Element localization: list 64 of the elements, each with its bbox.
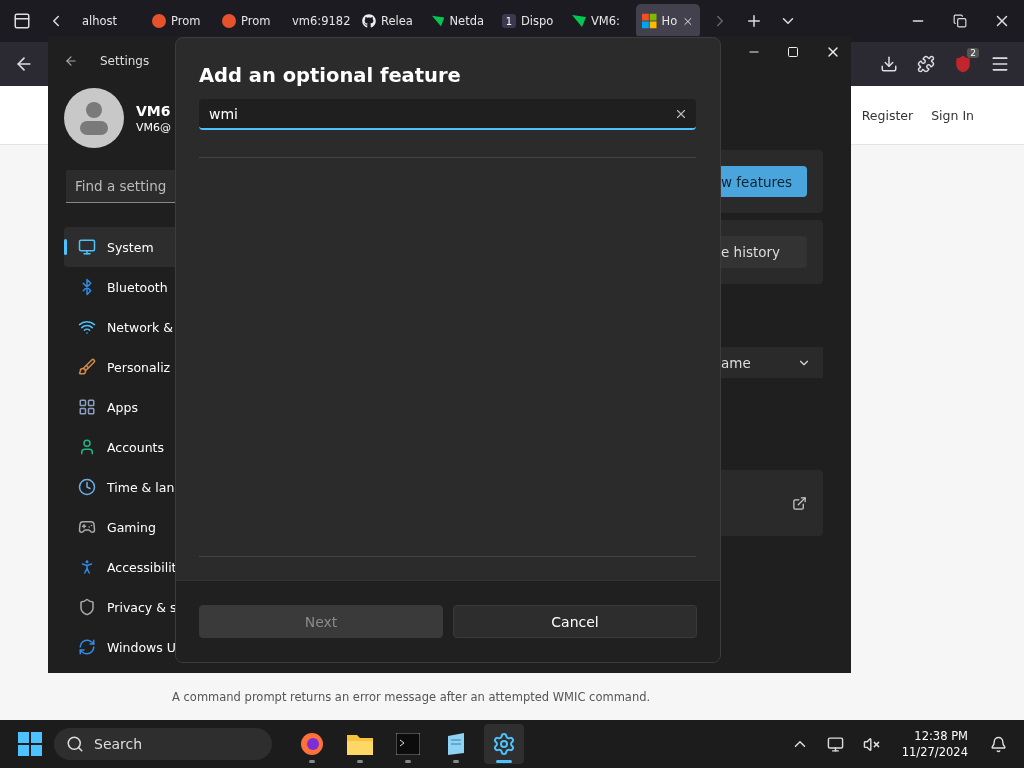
clock-date: 11/27/2024 xyxy=(901,744,968,760)
apps-icon xyxy=(78,398,96,416)
nav-item[interactable]: Accounts xyxy=(64,427,175,467)
nav-item[interactable]: Gaming xyxy=(64,507,175,547)
nav-item[interactable]: Privacy & s xyxy=(64,587,175,627)
person-icon xyxy=(78,438,96,456)
header-link[interactable]: Sign In xyxy=(931,107,974,123)
nav-item[interactable]: Personaliz xyxy=(64,347,175,387)
extension-badge: 2 xyxy=(967,48,979,58)
leaf-icon xyxy=(432,15,445,27)
nav-item[interactable]: Windows U xyxy=(64,627,175,667)
nav-item[interactable]: Time & lan xyxy=(64,467,175,507)
window-title: Settings xyxy=(100,54,150,68)
browser-tab[interactable]: Prom xyxy=(146,4,210,38)
browser-tab[interactable]: alhost xyxy=(76,4,140,38)
windows-logo-icon[interactable] xyxy=(18,732,42,756)
back-icon[interactable] xyxy=(64,54,78,68)
dialog-button[interactable]: Cancel xyxy=(453,605,697,638)
browser-tab[interactable]: VM6: xyxy=(566,4,630,38)
search-icon xyxy=(66,735,84,753)
browser-tab[interactable]: Netda xyxy=(426,4,490,38)
browser-tab[interactable]: Relea xyxy=(356,4,420,38)
taskbar-search[interactable]: Search xyxy=(54,728,272,760)
image-caption: A command prompt returns an error message after an attempted WMIC command. xyxy=(172,690,651,704)
wifi-icon xyxy=(78,318,96,336)
github-icon xyxy=(362,14,376,28)
user-name: VM6 xyxy=(136,102,171,119)
browser-tab[interactable]: Ho xyxy=(636,4,700,38)
notepad-icon xyxy=(445,732,467,756)
monitor-icon xyxy=(78,238,96,256)
gamepad-icon xyxy=(78,518,96,536)
taskbar-app[interactable] xyxy=(484,724,524,764)
dialog-title: Add an optional feature xyxy=(199,64,462,87)
shield-icon[interactable] xyxy=(954,55,972,73)
windows-logo-icon xyxy=(642,13,657,29)
brush-icon xyxy=(78,358,96,376)
settings-icon xyxy=(492,732,516,756)
shield-icon xyxy=(78,598,96,616)
clock-icon xyxy=(78,478,96,496)
terminal-icon xyxy=(396,733,420,755)
folder-icon xyxy=(347,733,373,755)
browser-tab[interactable]: 1 Dispo xyxy=(496,4,560,38)
refresh-icon xyxy=(78,638,96,656)
browser-tab[interactable]: Prom xyxy=(216,4,280,38)
nav-item[interactable]: System xyxy=(64,227,175,267)
selection-indicator xyxy=(64,239,67,255)
maximize-icon[interactable] xyxy=(787,46,799,58)
external-link-icon xyxy=(792,495,807,511)
view-features-button[interactable]: w features xyxy=(721,166,807,197)
tab-badge: 1 xyxy=(502,14,516,28)
nav-item[interactable]: Apps xyxy=(64,387,175,427)
firefox-icon xyxy=(300,732,324,756)
browser-tab[interactable]: vm6:9182 xyxy=(286,4,350,38)
search-field[interactable]: Find a setting xyxy=(66,170,175,203)
nav-item[interactable]: Network & xyxy=(64,307,175,347)
avatar xyxy=(64,88,124,148)
sort-dropdown[interactable]: ame xyxy=(721,347,823,378)
nav-item[interactable]: Bluetooth xyxy=(64,267,175,307)
clock-time: 12:38 PM xyxy=(914,728,968,744)
search-placeholder: Search xyxy=(94,736,143,752)
header-link[interactable]: Register xyxy=(861,107,914,123)
user-email: VM6@ xyxy=(136,120,171,134)
history-button[interactable]: e history xyxy=(721,236,807,268)
leaf-icon xyxy=(572,15,586,27)
